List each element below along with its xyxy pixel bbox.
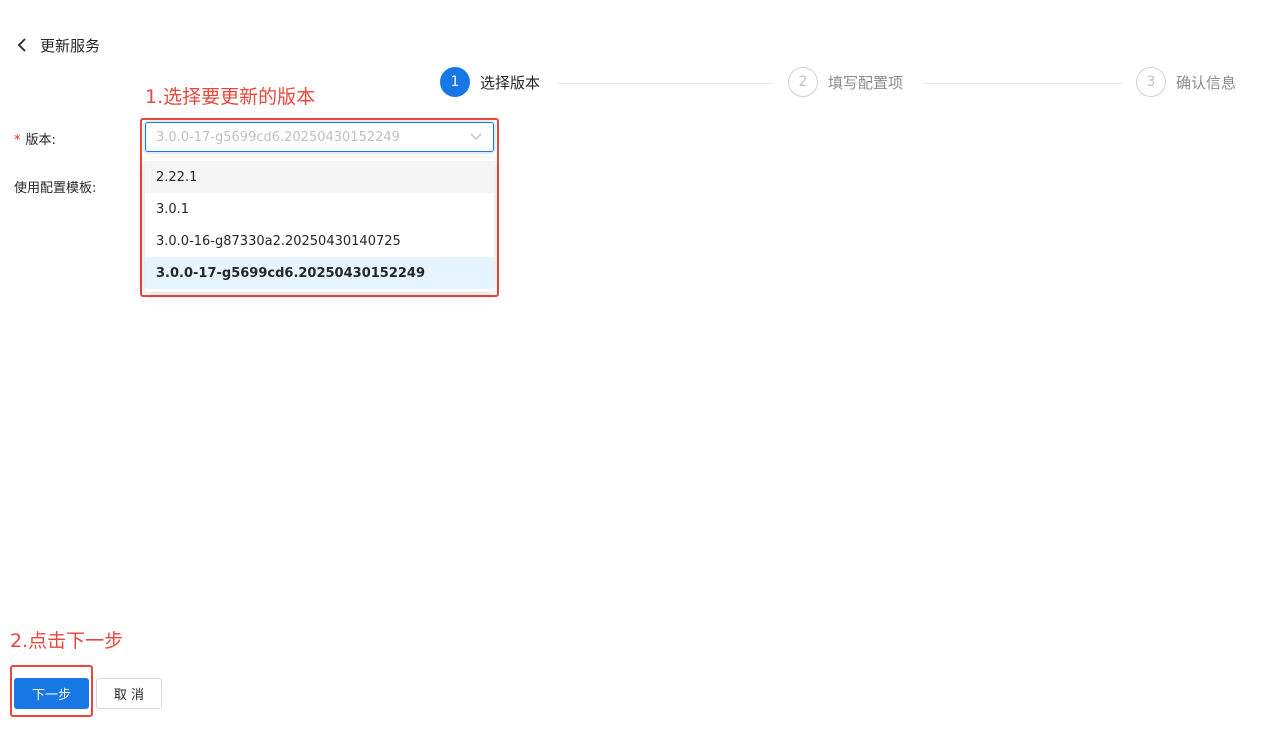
version-option[interactable]: 2.22.1 bbox=[145, 161, 494, 193]
step-number: 2 bbox=[788, 67, 818, 97]
version-label-text: 版本: bbox=[25, 133, 56, 148]
step-connector bbox=[558, 83, 772, 84]
steps-progress: 1 选择版本 2 填写配置项 3 确认信息 bbox=[440, 67, 1240, 101]
step-label: 填写配置项 bbox=[828, 73, 904, 92]
version-option[interactable]: 3.0.1 bbox=[145, 193, 494, 225]
step-label: 选择版本 bbox=[480, 73, 541, 92]
version-select-value: 3.0.0-17-g5699cd6.20250430152249 bbox=[156, 129, 400, 145]
step-number: 1 bbox=[440, 67, 470, 97]
annotation-step2: 2.点击下一步 bbox=[10, 630, 124, 652]
step-confirm-info: 3 确认信息 bbox=[1136, 67, 1236, 97]
update-service-page: 更新服务 1 选择版本 2 填写配置项 3 确认信息 1.选择要更新的版本 * 版… bbox=[0, 0, 1269, 735]
cancel-button[interactable]: 取 消 bbox=[96, 678, 162, 709]
version-dropdown: 2.22.1 3.0.1 3.0.0-16-g87330a2.202504301… bbox=[145, 158, 494, 292]
chevron-down-icon bbox=[469, 130, 483, 144]
version-select[interactable]: 3.0.0-17-g5699cd6.20250430152249 bbox=[145, 122, 494, 152]
version-option-selected[interactable]: 3.0.0-17-g5699cd6.20250430152249 bbox=[145, 257, 494, 289]
step-select-version: 1 选择版本 bbox=[440, 67, 540, 97]
next-step-button[interactable]: 下一步 bbox=[14, 678, 89, 709]
step-label: 确认信息 bbox=[1176, 73, 1237, 92]
annotation-step1: 1.选择要更新的版本 bbox=[145, 86, 316, 108]
step-fill-config: 2 填写配置项 bbox=[788, 67, 903, 97]
step-connector bbox=[922, 83, 1122, 84]
version-label: * 版本: bbox=[14, 129, 56, 148]
back-button[interactable]: 更新服务 bbox=[12, 33, 100, 57]
version-option[interactable]: 3.0.0-16-g87330a2.20250430140725 bbox=[145, 225, 494, 257]
required-mark: * bbox=[14, 133, 21, 148]
chevron-left-icon bbox=[12, 33, 32, 57]
page-title: 更新服务 bbox=[40, 36, 101, 55]
template-label: 使用配置模板: bbox=[14, 181, 97, 196]
step-number: 3 bbox=[1136, 67, 1166, 97]
